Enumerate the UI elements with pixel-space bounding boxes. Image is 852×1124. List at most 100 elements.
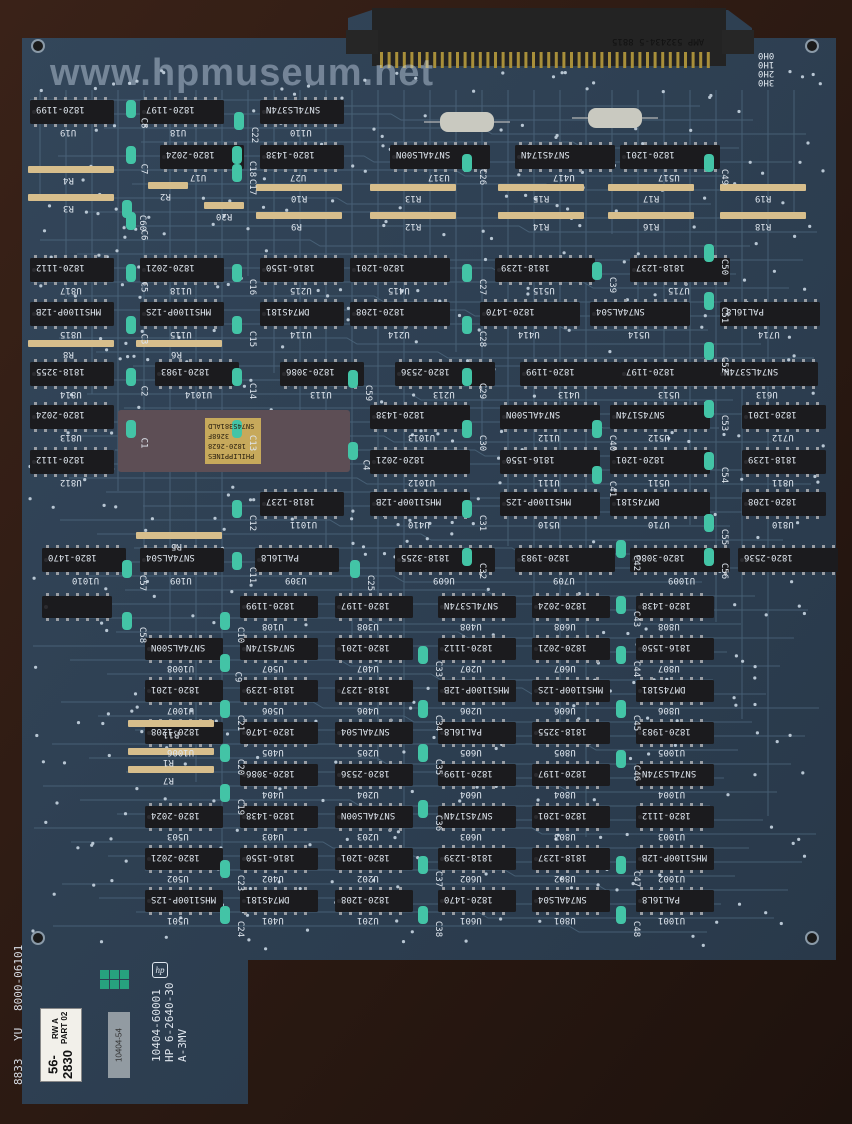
ceramic-capacitor (232, 146, 242, 164)
unit-label: U27 (290, 172, 307, 182)
unit-label: U802 (554, 873, 576, 883)
ceramic-capacitor (704, 154, 714, 172)
unit-label: U317 (428, 172, 450, 182)
capacitor-label: C23 (235, 874, 246, 892)
chip-part-marking: 1820-1201 (151, 684, 200, 694)
capacitor-label: C56 (719, 562, 730, 580)
capacitor-label: C44 (631, 660, 642, 678)
chip-part-marking: PAL16L8 (261, 552, 299, 562)
chip-part-marking: 1820-1197 (341, 600, 390, 610)
unit-label: U110 (290, 127, 312, 137)
chip-part-marking: 1820-1438 (642, 600, 691, 610)
capacitor-label: C17 (247, 178, 258, 196)
ceramic-capacitor (220, 860, 230, 878)
capacitor-label: C8 (138, 117, 149, 129)
capacitor-label: C48 (631, 920, 642, 938)
resistor-label: R6 (171, 349, 182, 359)
unit-label: U810 (772, 519, 794, 529)
capacitor-label: C32 (477, 562, 488, 580)
chip-part-marking: 1816-1550 (266, 262, 315, 272)
capacitor-label: C7 (138, 163, 149, 175)
resistor-pack (148, 182, 188, 189)
ceramic-capacitor (220, 744, 230, 762)
capacitor-label: C46 (631, 764, 642, 782)
capacitor-label: C37 (433, 870, 444, 888)
ceramic-capacitor (126, 264, 136, 282)
sticker-line-2: RW A PART 02 (51, 1012, 69, 1045)
chip-part-marking: 1818-3255 (538, 726, 587, 736)
unit-label: U502 (167, 873, 189, 883)
capacitor-label: C53 (719, 414, 730, 432)
unit-label: U203 (357, 831, 379, 841)
chip-part-marking: 1820-1112 (36, 454, 85, 464)
capacitor-label: C11 (247, 566, 258, 584)
ceramic-capacitor (616, 596, 626, 614)
chip-part-marking: MHS1100P-12B (376, 496, 442, 506)
ceramic-capacitor (220, 906, 230, 924)
chip-part-marking: SN74LS374N (724, 366, 779, 376)
left-edge-text: 8000-06101 (12, 945, 25, 1012)
capacitor-label: C45 (631, 714, 642, 732)
unit-label: U113 (310, 389, 332, 399)
chip-part-marking: 1816-1550 (246, 852, 295, 862)
unit-label: U609 (433, 575, 455, 585)
unit-label: U812 (60, 477, 82, 487)
unit-label: U510 (538, 519, 560, 529)
capacitor-label: C57 (137, 574, 148, 592)
resistor-label: R18 (755, 221, 772, 231)
chip-part-marking: 1818-1239 (501, 262, 550, 272)
capacitor-label: C52 (719, 356, 730, 374)
ceramic-capacitor (704, 400, 714, 418)
unit-label: U805 (554, 747, 576, 757)
ceramic-capacitor (418, 700, 428, 718)
ceramic-capacitor (616, 646, 626, 664)
unit-label: U19 (60, 127, 77, 137)
pcb-photo: www.hpmuseum.net AMP 532434-5 8815 0H0 1H… (0, 0, 852, 1124)
chip-part-marking: 1818-1237 (266, 496, 315, 506)
capacitor-label: C2 (138, 385, 149, 397)
hp-logo-icon: hp (152, 962, 168, 978)
ceramic-capacitor (616, 700, 626, 718)
chip-part-marking: 1818-1237 (636, 262, 685, 272)
ceramic-capacitor (616, 906, 626, 924)
unit-label: U513 (658, 389, 680, 399)
unit-label: U712 (772, 432, 794, 442)
resistor-pack (256, 184, 342, 191)
unit-label: U801 (554, 915, 576, 925)
capacitor-label: C31 (477, 514, 488, 532)
capacitor-label: C59 (363, 384, 374, 402)
unit-label: U1010 (72, 575, 100, 585)
capacitor-label: C55 (719, 528, 730, 546)
resistor-label: R14 (533, 221, 550, 231)
chip-part-marking: DM74S181 (246, 894, 290, 904)
unit-label: U1012 (408, 477, 436, 487)
chip-part-marking: 1820-2021 (151, 852, 200, 862)
capacitor-label: C12 (247, 514, 258, 532)
capacitor-label: C6 (138, 229, 149, 241)
unit-label: U1006 (167, 747, 195, 757)
chip-part-marking: SN74S174N (521, 149, 570, 159)
unit-label: U501 (167, 915, 189, 925)
unit-label: U213 (433, 389, 455, 399)
ceramic-capacitor (220, 612, 230, 630)
capacitor-label: C3 (138, 333, 149, 345)
ceramic-capacitor (350, 560, 360, 578)
chip-part-marking: 1820-2021 (376, 454, 425, 464)
unit-label: U511 (648, 477, 670, 487)
capacitor-label: C25 (365, 574, 376, 592)
unit-label: U215 (290, 285, 312, 295)
chip-part-marking: SN74ALS00N (341, 810, 396, 820)
chip-part-marking: SN74ALS04 (146, 552, 195, 562)
ceramic-capacitor (462, 264, 472, 282)
chip-part-marking: 1820-1470 (444, 894, 493, 904)
ceramic-capacitor (234, 112, 244, 130)
unit-label: U17 (190, 172, 207, 182)
unit-label: U410 (408, 519, 430, 529)
chip-part-marking: 1820-1197 (146, 104, 195, 114)
capacitor-label: C35 (433, 758, 444, 776)
resistor-pack (28, 340, 114, 347)
unit-label: U606 (554, 705, 576, 715)
left-edge-text: 8833 (12, 1058, 25, 1086)
ceramic-capacitor (122, 612, 132, 630)
left-edge-markings: 8833 YU 8000-06101 (12, 945, 26, 1085)
